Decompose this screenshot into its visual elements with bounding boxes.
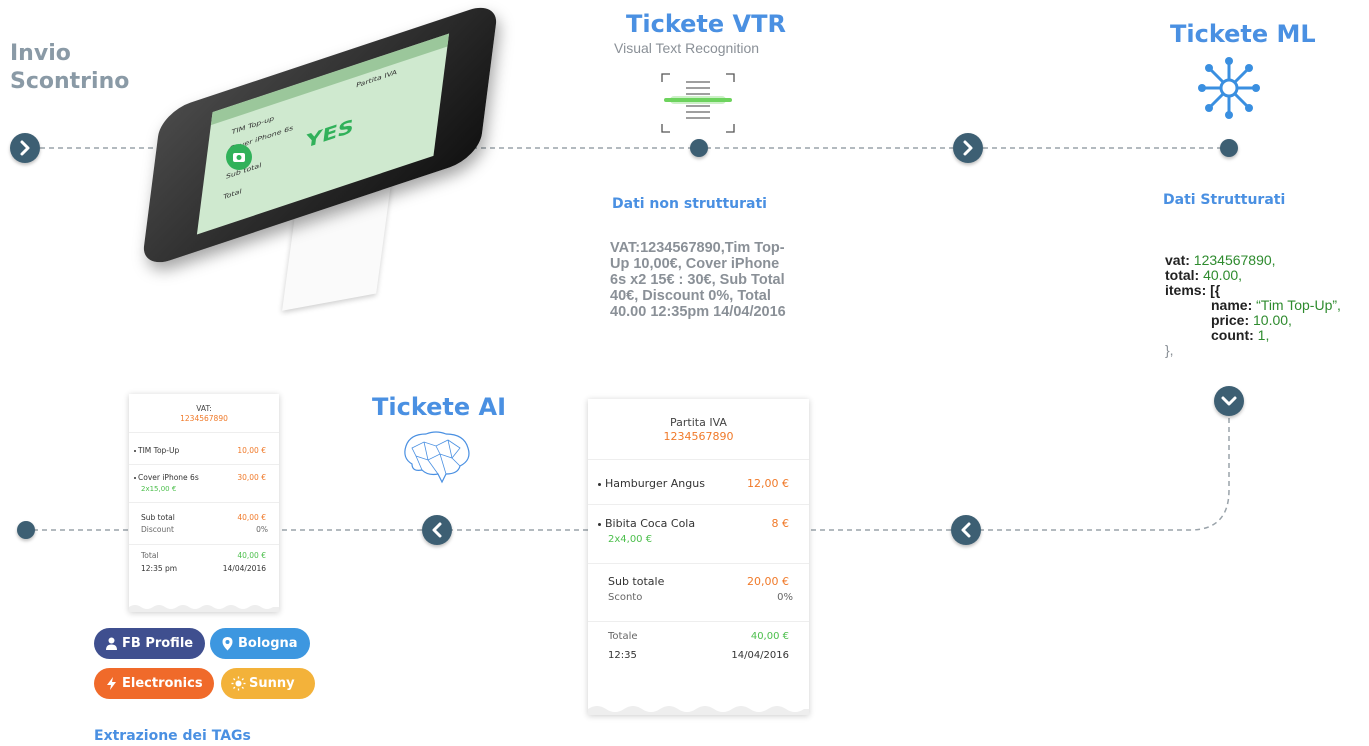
json-key: vat: <box>1165 252 1190 268</box>
small-receipt-time: 12:35 pm <box>141 564 178 573</box>
small-receipt-item1: TIM Top-Up <box>134 446 179 455</box>
next-arrow-button-2[interactable] <box>953 133 983 163</box>
big-receipt-item1: Hamburger Angus <box>598 477 705 490</box>
json-close: }, <box>1165 342 1174 358</box>
ml-node <box>1220 139 1238 157</box>
sun-icon <box>231 676 246 691</box>
unstructured-line: 6s x2 15€ : 30€, Sub Total <box>610 272 785 288</box>
small-receipt-header-label: VAT: <box>196 404 212 413</box>
brain-icon <box>404 431 470 484</box>
text-scan-icon <box>661 73 735 133</box>
big-receipt-price1: 12,00 € <box>747 477 789 490</box>
chevron-left-icon <box>432 522 442 538</box>
chevron-down-icon <box>1221 396 1237 406</box>
big-receipt-header-label: Partita IVA <box>670 416 727 429</box>
user-icon <box>106 637 117 650</box>
small-receipt-total-value: 40,00 € <box>237 551 266 560</box>
send-receipt-title: Invio Scontrino <box>10 40 129 96</box>
small-receipt-total: Total <box>141 551 159 560</box>
structured-json: vat: 1234567890, total: 40.00, items: [{na… <box>1165 238 1341 373</box>
json-value: 40.00, <box>1203 267 1243 283</box>
small-receipt-price1: 10,00 € <box>237 446 266 455</box>
json-value: 1, <box>1257 327 1270 343</box>
json-value: 10.00, <box>1253 312 1292 328</box>
phone-illustration: YES Partita IVA TIM Top-up Cover iPhone … <box>140 0 520 311</box>
big-receipt-subtotal: Sub totale <box>608 575 665 588</box>
tag-category[interactable]: Electronics <box>94 668 214 699</box>
lightning-icon <box>107 677 116 690</box>
unstructured-line: Up 10,00€, Cover iPhone <box>610 256 780 272</box>
chevron-right-icon <box>963 140 973 156</box>
tag-label: Electronics <box>122 676 203 691</box>
vtr-subtitle: Visual Text Recognition <box>614 40 760 56</box>
chevron-left-icon <box>961 522 971 538</box>
small-receipt: VAT: 1234567890 TIM Top-Up 10,00 € Cover… <box>129 394 279 612</box>
tag-weather[interactable]: Sunny <box>221 668 315 699</box>
unstructured-text: VAT:1234567890,Tim Top- Up 10,00€, Cover… <box>610 240 810 320</box>
down-arrow-button[interactable] <box>1214 386 1244 416</box>
json-value: “Tim Top-Up”, <box>1256 297 1341 313</box>
big-receipt-vat: 1234567890 <box>663 430 734 443</box>
location-pin-icon <box>222 637 233 651</box>
unstructured-line: VAT:1234567890,Tim Top- <box>610 240 785 256</box>
big-receipt-item2-sub: 2x4,00 € <box>608 534 653 545</box>
big-receipt-price2: 8 € <box>771 517 790 530</box>
send-receipt-line1: Invio <box>10 41 71 66</box>
big-receipt-header: Partita IVA 1234567890 <box>588 416 809 444</box>
json-key: items: <box>1165 282 1207 298</box>
big-receipt: Partita IVA 1234567890 Hamburger Angus 1… <box>588 399 809 715</box>
small-receipt-subtotal-value: 40,00 € <box>237 513 266 522</box>
big-receipt-time: 12:35 <box>608 650 637 661</box>
small-receipt-discount: Discount <box>141 525 174 534</box>
unstructured-line: 40€, Discount 0%, Total <box>610 288 771 304</box>
small-receipt-vat: 1234567890 <box>180 414 228 423</box>
json-bracket: [{ <box>1210 282 1221 298</box>
unstructured-line: 40.00 12:35pm 14/04/2016 <box>610 304 786 320</box>
vtr-node <box>690 139 708 157</box>
back-arrow-button-1[interactable] <box>951 515 981 545</box>
big-receipt-total-value: 40,00 € <box>750 631 789 642</box>
network-icon <box>1198 57 1260 119</box>
json-key: price: <box>1211 312 1250 328</box>
unstructured-heading: Dati non strutturati <box>612 196 767 212</box>
big-receipt-total: Totale <box>608 631 638 642</box>
ml-title: Tickete ML <box>1170 20 1316 48</box>
big-receipt-item2: Bibita Coca Cola <box>598 517 695 530</box>
small-receipt-subtotal: Sub total <box>141 513 175 522</box>
send-receipt-line2: Scontrino <box>10 69 130 94</box>
small-receipt-date: 14/04/2016 <box>222 564 266 573</box>
start-node <box>17 521 35 539</box>
big-receipt-discount-value: 0% <box>777 592 793 603</box>
camera-icon <box>233 153 245 162</box>
small-receipt-item2: Cover iPhone 6s <box>134 473 199 482</box>
json-value: 1234567890, <box>1193 252 1276 268</box>
big-receipt-date: 14/04/2016 <box>731 650 789 661</box>
back-arrow-button-2[interactable] <box>422 515 452 545</box>
big-receipt-subtotal-value: 20,00 € <box>747 575 789 588</box>
big-receipt-discount: Sconto <box>608 592 643 603</box>
camera-button[interactable] <box>226 144 252 170</box>
receipt-torn-edge <box>588 706 809 715</box>
json-key: name: <box>1211 297 1253 313</box>
tag-label: Sunny <box>249 676 295 691</box>
phone-receipt-yes-stamp: YES <box>304 114 356 153</box>
tag-label: FB Profile <box>122 636 194 651</box>
ai-title: Tickete AI <box>372 393 507 421</box>
structured-heading: Dati Strutturati <box>1163 192 1286 208</box>
json-key: total: <box>1165 267 1200 283</box>
small-receipt-header: VAT: 1234567890 <box>129 404 279 424</box>
json-key: count: <box>1211 327 1254 343</box>
phone-receipt-total: Total <box>222 187 243 202</box>
chevron-right-icon <box>20 140 30 156</box>
tag-fb-profile[interactable]: FB Profile <box>94 628 205 659</box>
extraction-heading: Extrazione dei TAGs <box>94 728 251 744</box>
tag-label: Bologna <box>238 636 298 651</box>
small-receipt-discount-value: 0% <box>256 525 268 534</box>
tag-city[interactable]: Bologna <box>210 628 310 659</box>
small-receipt-price2: 30,00 € <box>237 473 266 482</box>
receipt-torn-edge <box>129 605 279 612</box>
small-receipt-item2-sub: 2x15,00 € <box>141 485 177 493</box>
vtr-title: Tickete VTR <box>626 10 786 38</box>
next-arrow-button-1[interactable] <box>10 133 40 163</box>
